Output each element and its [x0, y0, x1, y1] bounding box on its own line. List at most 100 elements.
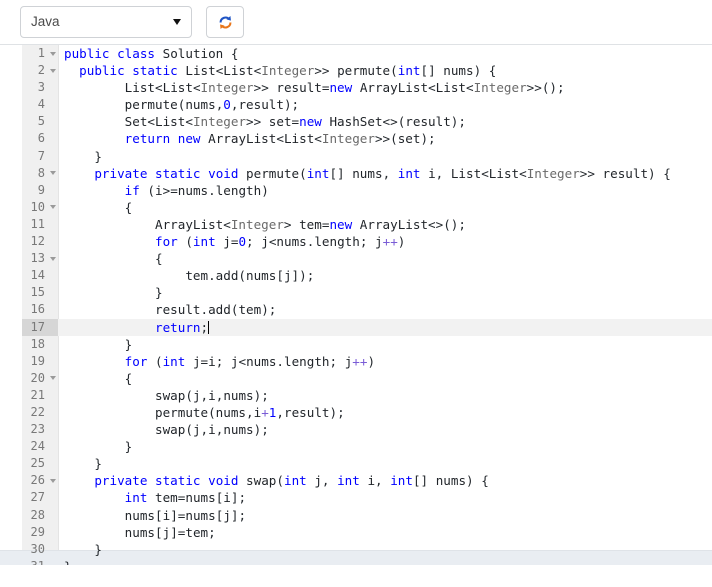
line-number: 21 [30, 387, 45, 402]
code-line[interactable]: 3 List<List<Integer>> result=new ArrayLi… [0, 79, 712, 96]
code-line[interactable]: 15 } [0, 284, 712, 301]
line-number: 13 [22, 250, 58, 267]
fold-arrow-icon[interactable] [50, 205, 56, 210]
line-number: 22 [30, 404, 45, 419]
code-line-text[interactable]: return new ArrayList<List<Integer>>(set)… [58, 130, 712, 147]
language-select-value: Java [31, 14, 60, 30]
code-line[interactable]: 26 private static void swap(int j, int i… [0, 472, 712, 489]
line-number: 23 [30, 422, 45, 437]
code-line[interactable]: 16 result.add(tem); [0, 301, 712, 318]
fold-arrow-icon[interactable] [50, 478, 56, 483]
code-editor-content[interactable]: 1 public class Solution {2 public static … [0, 45, 712, 565]
line-number: 20 [22, 370, 58, 387]
code-line[interactable]: 29 nums[j]=tem; [0, 524, 712, 541]
code-line[interactable]: 25 } [0, 455, 712, 472]
code-line[interactable]: 14 tem.add(nums[j]); [0, 267, 712, 284]
line-number: 16 [30, 302, 45, 317]
code-line-text[interactable]: nums[j]=tem; [58, 524, 712, 541]
line-number: 10 [22, 199, 58, 216]
code-line[interactable]: 19 for (int j=i; j<nums.length; j++) [0, 353, 712, 370]
code-line[interactable]: 2 public static List<List<Integer>> perm… [0, 62, 712, 79]
code-line-text[interactable]: tem.add(nums[j]); [58, 267, 712, 284]
code-line-text[interactable]: { [58, 250, 712, 267]
code-line[interactable]: 8 private static void permute(int[] nums… [0, 165, 712, 182]
code-line-text[interactable]: { [58, 370, 712, 387]
language-select[interactable]: Java [20, 6, 192, 38]
code-line-text[interactable]: permute(nums,i+1,result); [58, 404, 712, 421]
chevron-down-icon [173, 19, 181, 25]
code-line-text[interactable]: return; [58, 318, 712, 336]
fold-arrow-icon[interactable] [50, 68, 56, 73]
code-line[interactable]: 10 { [0, 199, 712, 216]
code-line-text[interactable]: } [58, 284, 712, 301]
code-line-text[interactable]: permute(nums,0,result); [58, 96, 712, 113]
code-line-text[interactable]: } [58, 541, 712, 558]
code-line-text[interactable]: private static void swap(int j, int i, i… [58, 472, 712, 489]
fold-arrow-icon[interactable] [50, 256, 56, 261]
fold-arrow-icon[interactable] [50, 376, 56, 381]
code-line-text[interactable]: public static List<List<Integer>> permut… [58, 62, 712, 79]
line-number: 9 [37, 182, 45, 197]
fold-arrow-icon[interactable] [50, 51, 56, 56]
code-line-text[interactable]: { [58, 199, 712, 216]
code-line-text[interactable]: private static void permute(int[] nums, … [58, 165, 712, 182]
code-line[interactable]: 23 swap(j,i,nums); [0, 421, 712, 438]
line-number: 6 [37, 131, 45, 146]
code-line[interactable]: 24 } [0, 438, 712, 455]
line-number: 18 [30, 336, 45, 351]
code-lines-container[interactable]: 1 public class Solution {2 public static … [0, 45, 712, 565]
code-line[interactable]: 30 } [0, 541, 712, 558]
line-number: 30 [30, 541, 45, 556]
code-line-text[interactable]: public class Solution { [58, 45, 712, 62]
code-line-text[interactable]: int tem=nums[i]; [58, 489, 712, 506]
refresh-icon [217, 14, 234, 31]
line-number: 2 [22, 62, 58, 79]
code-line-text[interactable]: } [58, 455, 712, 472]
code-line-text[interactable]: swap(j,i,nums); [58, 387, 712, 404]
line-number: 11 [30, 216, 45, 231]
line-number: 5 [37, 114, 45, 129]
code-line-text[interactable]: } [58, 558, 712, 565]
line-number: 8 [22, 165, 58, 182]
line-number: 3 [37, 80, 45, 95]
code-line[interactable]: 4 permute(nums,0,result); [0, 96, 712, 113]
line-number: 12 [30, 234, 45, 249]
code-line[interactable]: 5 Set<List<Integer>> set=new HashSet<>(r… [0, 113, 712, 130]
code-line[interactable]: 20 { [0, 370, 712, 387]
line-number: 26 [22, 472, 58, 489]
code-line[interactable]: 21 swap(j,i,nums); [0, 387, 712, 404]
code-line-text[interactable]: Set<List<Integer>> set=new HashSet<>(res… [58, 113, 712, 130]
line-number: 15 [30, 285, 45, 300]
code-line-text[interactable]: result.add(tem); [58, 301, 712, 318]
code-line[interactable]: 17 return; [0, 318, 712, 336]
line-number: 25 [30, 456, 45, 471]
code-line-text[interactable]: nums[i]=nums[j]; [58, 507, 712, 524]
code-line-text[interactable]: List<List<Integer>> result=new ArrayList… [58, 79, 712, 96]
code-line[interactable]: 27 int tem=nums[i]; [0, 489, 712, 506]
code-line[interactable]: 9 if (i>=nums.length) [0, 182, 712, 199]
code-line[interactable]: 1 public class Solution { [0, 45, 712, 62]
code-line-text[interactable]: ArrayList<Integer> tem=new ArrayList<>()… [58, 216, 712, 233]
code-line-text[interactable]: } [58, 336, 712, 353]
code-line[interactable]: 7 } [0, 148, 712, 165]
code-line[interactable]: 31} [0, 558, 712, 565]
line-number: 1 [22, 45, 58, 62]
code-line[interactable]: 28 nums[i]=nums[j]; [0, 507, 712, 524]
line-number: 24 [30, 439, 45, 454]
code-line-text[interactable]: swap(j,i,nums); [58, 421, 712, 438]
code-line[interactable]: 13 { [0, 250, 712, 267]
code-line-text[interactable]: for (int j=0; j<nums.length; j++) [58, 233, 712, 250]
code-line-text[interactable]: } [58, 148, 712, 165]
code-line[interactable]: 6 return new ArrayList<List<Integer>>(se… [0, 130, 712, 147]
line-number: 29 [30, 524, 45, 539]
code-editor[interactable]: 1 public class Solution {2 public static … [0, 44, 712, 565]
code-line-text[interactable]: if (i>=nums.length) [58, 182, 712, 199]
code-line[interactable]: 12 for (int j=0; j<nums.length; j++) [0, 233, 712, 250]
code-line-text[interactable]: for (int j=i; j<nums.length; j++) [58, 353, 712, 370]
code-line-text[interactable]: } [58, 438, 712, 455]
code-line[interactable]: 18 } [0, 336, 712, 353]
fold-arrow-icon[interactable] [50, 171, 56, 176]
code-line[interactable]: 11 ArrayList<Integer> tem=new ArrayList<… [0, 216, 712, 233]
refresh-button[interactable] [206, 6, 244, 38]
code-line[interactable]: 22 permute(nums,i+1,result); [0, 404, 712, 421]
